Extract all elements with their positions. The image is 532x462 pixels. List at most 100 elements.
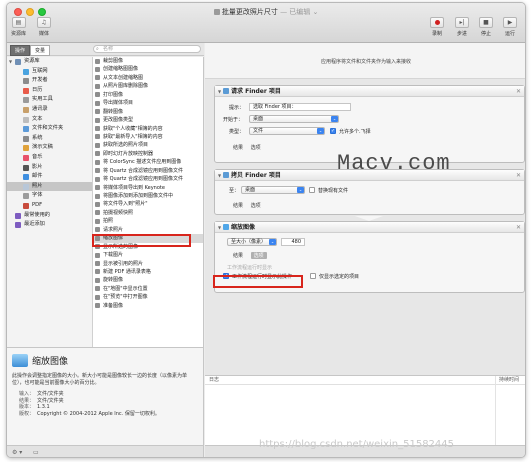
csdn-watermark: https://blog.csdn.net/weixin_51582445	[259, 439, 455, 450]
chevron-down-icon: ⌄	[317, 128, 324, 134]
collapse-triangle-icon[interactable]: ▼	[218, 86, 221, 97]
action-item[interactable]: 获取"最新导入"相簿的内容	[93, 133, 203, 141]
ask-results-tab[interactable]: 结果	[233, 144, 243, 151]
replace-existing-checkbox[interactable]	[309, 187, 315, 193]
category-item[interactable]: 字体	[7, 191, 92, 201]
category-label: 邮件	[32, 173, 43, 180]
action-item[interactable]: 裁剪图像	[93, 57, 203, 65]
start-popup[interactable]: 桌面 ⌄	[249, 115, 339, 123]
action-item[interactable]: 将媒体项目导出到 Keynote	[93, 184, 203, 192]
action-item[interactable]: 获取所选的照片项目	[93, 141, 203, 149]
action-item[interactable]: 从照片图库删除图像	[93, 82, 203, 90]
tab-actions[interactable]: 操作	[10, 45, 31, 56]
stop-toolbar-button[interactable]: ■ 停止	[479, 17, 493, 37]
only-selected-label: 仅显示选定的项目	[319, 274, 360, 280]
only-selected-checkbox[interactable]	[310, 273, 316, 279]
allow-multiple-checkbox[interactable]: ✓	[330, 128, 336, 134]
copy-results-tab[interactable]: 结果	[233, 202, 243, 209]
action-item[interactable]: 在"地图"中显示位置	[93, 285, 203, 293]
scale-card-title[interactable]: ▼ 缩放图像 ✕	[215, 222, 524, 233]
category-item[interactable]: 实用工具	[7, 95, 92, 105]
category-item[interactable]: 开发者	[7, 76, 92, 86]
action-item[interactable]: 从文本创建缩略图	[93, 74, 203, 82]
category-item[interactable]: 演示文稿	[7, 143, 92, 153]
chevron-down-icon: ⌄	[331, 116, 338, 122]
size-value-field[interactable]: 480	[281, 238, 305, 246]
action-item[interactable]: 将文件导入到"照片"	[93, 200, 203, 208]
action-item[interactable]: 将图像添加到添加到图像文件中	[93, 192, 203, 200]
duration-column-header[interactable]: 持续时间	[499, 376, 519, 385]
category-item[interactable]: 互联网	[7, 67, 92, 77]
action-item[interactable]: 将 Quartz 合成滤镜应用到图像文件	[93, 167, 203, 175]
copy-options-tab[interactable]: 选项	[251, 202, 261, 209]
scale-options-tab[interactable]: 选项	[250, 252, 267, 259]
record-toolbar-button[interactable]: 录制	[430, 17, 444, 37]
run-toolbar-button[interactable]: ▶ 运行	[503, 17, 517, 37]
ask-options-tab[interactable]: 选项	[251, 144, 261, 151]
action-item[interactable]: 获取"个人收藏"相簿的内容	[93, 125, 203, 133]
action-item[interactable]: 翻转图像	[93, 108, 203, 116]
action-item[interactable]: 准备图像	[93, 302, 203, 310]
step-toolbar-button[interactable]: ▸| 步进	[455, 17, 469, 37]
category-item[interactable]: 音乐	[7, 153, 92, 163]
action-description-panel: 缩放图像 此操作会调整指定图像的大小。新大小可能是图像较长一边的长度（以像素为单…	[7, 347, 204, 445]
category-label: 演示文稿	[32, 144, 53, 151]
category-item[interactable]: 系统	[7, 134, 92, 144]
to-popup[interactable]: 桌面 ⌄	[241, 186, 305, 194]
category-item[interactable]: 邮件	[7, 172, 92, 182]
action-item[interactable]: 显示被引用的照片	[93, 260, 203, 268]
to-label: 至：	[229, 188, 240, 194]
action-item[interactable]: 将 ColorSync 描述文件应用到图像	[93, 158, 203, 166]
action-item[interactable]: 新建 PDF 通讯录表格	[93, 268, 203, 276]
category-item[interactable]: PDF	[7, 201, 92, 211]
disclosure-triangle-icon[interactable]: ▼	[9, 57, 12, 67]
view-toggle-icon[interactable]: ▭	[33, 449, 39, 456]
category-item[interactable]: 日历	[7, 86, 92, 96]
highlight-box-show-action	[213, 275, 303, 288]
action-item[interactable]: 更改图像类型	[93, 116, 203, 124]
action-item[interactable]: 旋转图像	[93, 276, 203, 284]
collapse-triangle-icon[interactable]: ▼	[218, 222, 221, 233]
size-unit-popup[interactable]: 至大小（像素） ⌄	[227, 238, 277, 246]
action-item[interactable]: 在"预览"中打开图像	[93, 293, 203, 301]
action-item[interactable]: 下载图片	[93, 251, 203, 259]
action-item[interactable]: 请求照片	[93, 226, 203, 234]
category-item[interactable]: 文本	[7, 115, 92, 125]
action-icon	[95, 58, 100, 64]
category-item[interactable]: 通讯录	[7, 105, 92, 115]
prompt-field[interactable]: 选取 Finder 项目：	[249, 103, 351, 111]
action-icon	[95, 100, 100, 106]
ask-card-title[interactable]: ▼ 请求 Finder 项目 ✕	[215, 86, 524, 97]
action-item[interactable]: 打印图像	[93, 91, 203, 99]
category-item[interactable]: ▼ 资源库	[7, 57, 92, 67]
gear-icon[interactable]: ⚙ ▾	[12, 449, 22, 456]
action-item[interactable]: 将 Quartz 合成滤镜应用到图像文件	[93, 175, 203, 183]
category-item[interactable]: 最常使用的	[7, 211, 92, 221]
run-icon: ▶	[503, 17, 517, 28]
close-icon[interactable]: ✕	[516, 222, 521, 233]
show-when-run-faded-label: 工作流程运行时显示	[227, 265, 273, 271]
close-icon[interactable]: ✕	[516, 86, 521, 97]
log-column-header[interactable]: 日志	[209, 376, 219, 385]
edited-indicator[interactable]: — 已编辑 ⌄	[278, 8, 318, 16]
category-item[interactable]: 影片	[7, 163, 92, 173]
action-item[interactable]: 创建缩略图图像	[93, 65, 203, 73]
action-item[interactable]: 即时幻灯片放映控制器	[93, 150, 203, 158]
close-icon[interactable]: ✕	[516, 170, 521, 181]
scale-results-tab[interactable]: 结果	[233, 252, 243, 259]
action-item[interactable]: 导出媒体项目	[93, 99, 203, 107]
tab-variables[interactable]: 变量	[30, 45, 51, 56]
library-search-input[interactable]: ⌕ 名称	[93, 45, 201, 53]
action-item[interactable]: 拍摄视频快照	[93, 209, 203, 217]
collapse-triangle-icon[interactable]: ▼	[218, 170, 221, 181]
library-toolbar-button[interactable]: ▤ 资源库	[11, 17, 26, 37]
action-label: 将 ColorSync 描述文件应用到图像	[103, 159, 182, 166]
action-icon	[95, 151, 100, 157]
action-item[interactable]: 拍照	[93, 217, 203, 225]
category-item[interactable]: 文件和文件夹	[7, 124, 92, 134]
category-item[interactable]: 最近添加	[7, 220, 92, 230]
media-toolbar-button[interactable]: ♫ 媒体	[37, 17, 51, 37]
action-icon	[95, 201, 100, 207]
type-popup[interactable]: 文件 ⌄	[249, 127, 325, 135]
category-item[interactable]: 照片	[7, 181, 92, 192]
